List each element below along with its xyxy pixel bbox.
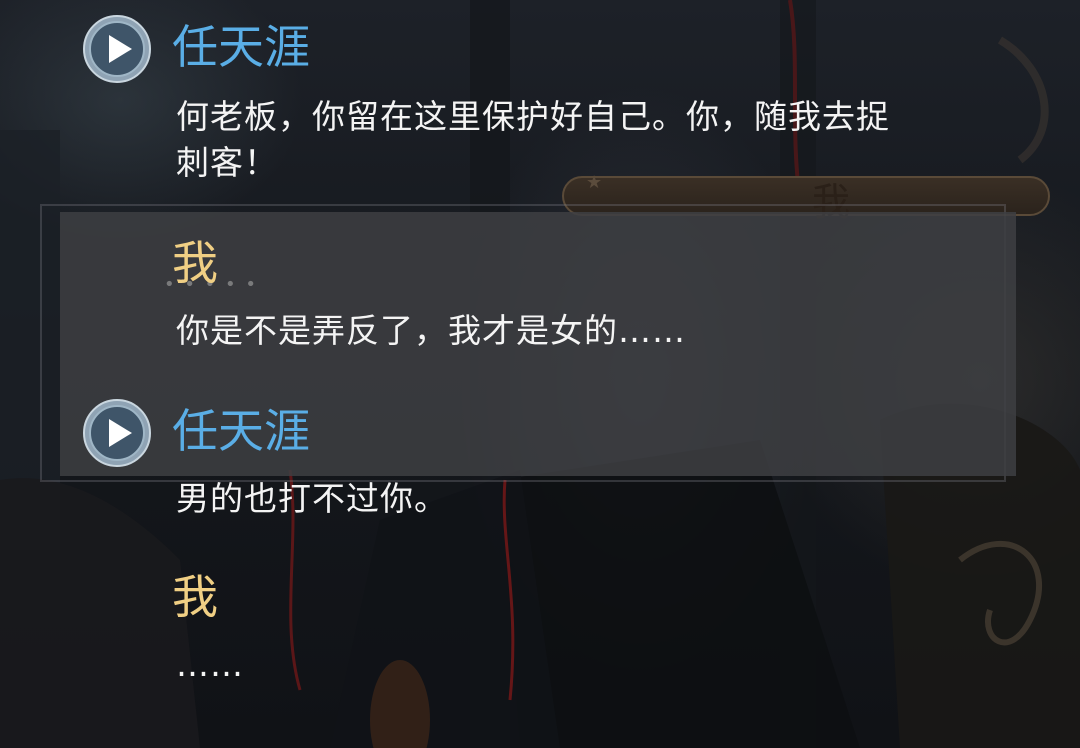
dialogue-text: 何老板，你留在这里保护好自己。你，随我去捉刺客！ (176, 97, 890, 182)
speaker-name: 任天涯 (172, 20, 310, 74)
dialogue-text: 男的也打不过你。 (176, 479, 448, 518)
dialogue-text: …… (176, 645, 244, 684)
voice-replay-button[interactable] (82, 14, 152, 84)
voice-replay-button[interactable] (82, 398, 152, 468)
speaker-name: 任天涯 (172, 404, 310, 458)
speaker-name: 我 (172, 236, 218, 290)
dialogue-log[interactable]: 任天涯 何老板，你留在这里保护好自己。你，随我去捉刺客！ 我 你是不是弄反了，我… (0, 0, 1080, 748)
dialogue-text: 你是不是弄反了，我才是女的…… (176, 311, 686, 350)
speaker-name: 我 (172, 570, 218, 624)
